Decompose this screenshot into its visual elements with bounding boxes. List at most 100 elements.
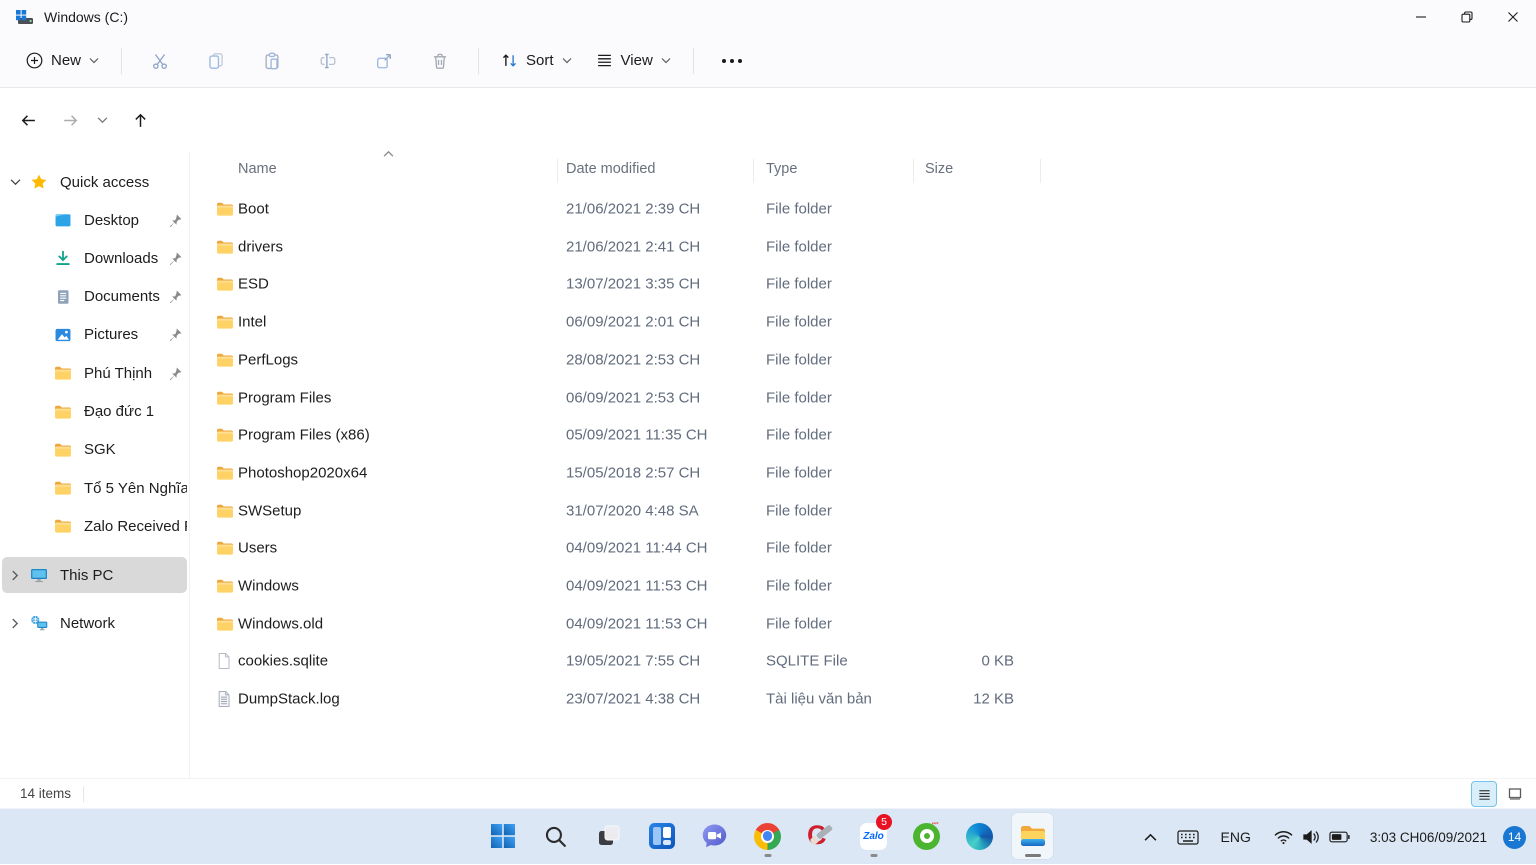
new-button-label: New <box>51 52 81 69</box>
folder-icon <box>216 503 234 519</box>
column-headers: Name Date modified Type Size <box>190 152 1536 190</box>
chevron-right-icon[interactable] <box>2 618 28 629</box>
column-header-size[interactable]: Size <box>925 161 953 177</box>
view-button[interactable]: View <box>584 42 683 80</box>
taskbar-search-button[interactable] <box>535 813 576 859</box>
file-explorer-button[interactable] <box>1012 813 1053 859</box>
file-row-esd[interactable]: ESD13/07/2021 3:35 CHFile folder <box>190 265 1528 303</box>
pin-icon <box>163 213 187 228</box>
file-row-boot[interactable]: Boot21/06/2021 2:39 CHFile folder <box>190 190 1528 228</box>
sidebar-item--o-c-1[interactable]: Đạo đức 1 <box>2 394 187 430</box>
column-divider[interactable] <box>557 159 558 183</box>
sort-icon <box>501 52 518 69</box>
sidebar-item-label: Downloads <box>84 250 163 267</box>
zalo-button[interactable]: Zalo 5 <box>853 813 894 859</box>
forward-button[interactable] <box>52 102 88 138</box>
folder-icon <box>216 540 234 556</box>
sidebar-item-downloads[interactable]: Downloads <box>2 240 187 276</box>
sidebar-item-zalo-received-files[interactable]: Zalo Received Files <box>2 508 187 544</box>
sidebar-item-t-5-y-n-ngh-a[interactable]: Tổ 5 Yên Nghĩa <box>2 470 187 506</box>
file-row-photoshop2020x64[interactable]: Photoshop2020x6415/05/2018 2:57 CHFile f… <box>190 454 1528 492</box>
file-row-program-files-x86-[interactable]: Program Files (x86)05/09/2021 11:35 CHFi… <box>190 416 1528 454</box>
file-row-users[interactable]: Users04/09/2021 11:44 CHFile folder <box>190 529 1528 567</box>
file-row-intel[interactable]: Intel06/09/2021 2:01 CHFile folder <box>190 303 1528 341</box>
coccoc-icon: ⁗ <box>913 823 940 850</box>
sort-button[interactable]: Sort <box>489 42 584 80</box>
see-more-button[interactable] <box>712 42 752 80</box>
edge-icon <box>966 823 993 850</box>
sidebar-item-desktop[interactable]: Desktop <box>2 202 187 238</box>
sidebar-item-label: Desktop <box>84 212 163 229</box>
column-divider[interactable] <box>913 159 914 183</box>
file-type: File folder <box>766 351 832 368</box>
folder-icon <box>216 616 234 632</box>
cut-icon <box>151 52 169 70</box>
new-button[interactable]: New <box>14 42 111 80</box>
close-button[interactable] <box>1490 0 1536 34</box>
coccoc-button[interactable]: ⁗ <box>906 813 947 859</box>
chevron-down-icon <box>97 116 108 124</box>
up-button[interactable] <box>122 102 158 138</box>
file-row-windows-old[interactable]: Windows.old04/09/2021 11:53 CHFile folde… <box>190 605 1528 643</box>
teams-chat-icon <box>701 823 728 849</box>
chat-button[interactable] <box>694 813 735 859</box>
start-button[interactable] <box>482 813 523 859</box>
file-row-cookies-sqlite[interactable]: cookies.sqlite19/05/2021 7:55 CHSQLITE F… <box>190 642 1528 680</box>
folder-icon <box>216 201 234 217</box>
back-button[interactable] <box>10 102 46 138</box>
column-header-date-modified[interactable]: Date modified <box>566 161 655 177</box>
keyboard-icon <box>1177 829 1199 846</box>
task-view-button[interactable] <box>588 813 629 859</box>
show-hidden-icons-button[interactable] <box>1137 817 1164 857</box>
column-header-name[interactable]: Name <box>238 161 277 177</box>
file-name: Windows.old <box>238 615 323 632</box>
minimize-button[interactable] <box>1398 0 1444 34</box>
file-row-drivers[interactable]: drivers21/06/2021 2:41 CHFile folder <box>190 228 1528 266</box>
file-row-windows[interactable]: Windows04/09/2021 11:53 CHFile folder <box>190 567 1528 605</box>
sidebar-item-documents[interactable]: Documents <box>2 279 187 315</box>
widgets-button[interactable] <box>641 813 682 859</box>
sidebar-item-pictures[interactable]: Pictures <box>2 317 187 353</box>
pin-icon <box>163 251 187 266</box>
system-status-button[interactable] <box>1266 817 1358 857</box>
tray-time: 3:03 CH <box>1370 829 1420 846</box>
column-divider[interactable] <box>1040 159 1041 183</box>
file-row-perflogs[interactable]: PerfLogs28/08/2021 2:53 CHFile folder <box>190 341 1528 379</box>
share-button[interactable] <box>364 42 404 80</box>
edge-button[interactable] <box>959 813 1000 859</box>
sidebar-item-network[interactable]: Network <box>2 605 187 641</box>
sidebar-item-ph-th-nh[interactable]: Phú Thịnh <box>2 355 187 391</box>
copy-button[interactable] <box>196 42 236 80</box>
file-row-swsetup[interactable]: SWSetup31/07/2020 4:48 SAFile folder <box>190 492 1528 530</box>
details-view-button[interactable] <box>1471 781 1497 807</box>
sidebar-item-this-pc[interactable]: This PC <box>2 557 187 593</box>
notification-count-badge[interactable]: 14 <box>1503 826 1526 849</box>
chevron-down-icon[interactable] <box>2 178 28 186</box>
file-row-dumpstack-log[interactable]: DumpStack.log23/07/2021 4:38 CHTài liệu … <box>190 680 1528 718</box>
file-row-program-files[interactable]: Program Files06/09/2021 2:53 CHFile fold… <box>190 379 1528 417</box>
delete-button[interactable] <box>420 42 460 80</box>
restore-button[interactable] <box>1444 0 1490 34</box>
rename-button[interactable] <box>308 42 348 80</box>
file-date-modified: 15/05/2018 2:57 CH <box>566 464 700 481</box>
share-icon <box>375 52 393 70</box>
column-divider[interactable] <box>753 159 754 183</box>
chrome-button[interactable] <box>747 813 788 859</box>
sidebar-item-sgk[interactable]: SGK <box>2 432 187 468</box>
sidebar-item-label: SGK <box>84 441 187 458</box>
cut-button[interactable] <box>140 42 180 80</box>
ccleaner-button[interactable]: C <box>800 813 841 859</box>
clock[interactable]: 3:03 CH 06/09/2021 <box>1364 817 1493 857</box>
column-header-type[interactable]: Type <box>766 161 797 177</box>
file-size: 0 KB <box>890 653 1014 670</box>
chevron-right-icon[interactable] <box>2 570 28 581</box>
large-icons-view-button[interactable] <box>1502 781 1528 807</box>
sidebar-item-quick-access[interactable]: Quick access <box>2 164 187 200</box>
folder-icon <box>52 404 74 420</box>
recent-locations-button[interactable] <box>88 102 116 138</box>
paste-button[interactable] <box>252 42 292 80</box>
language-indicator[interactable]: ENG <box>1212 817 1260 857</box>
search-icon <box>543 824 568 849</box>
touch-keyboard-button[interactable] <box>1170 817 1206 857</box>
wifi-icon <box>1274 830 1293 845</box>
